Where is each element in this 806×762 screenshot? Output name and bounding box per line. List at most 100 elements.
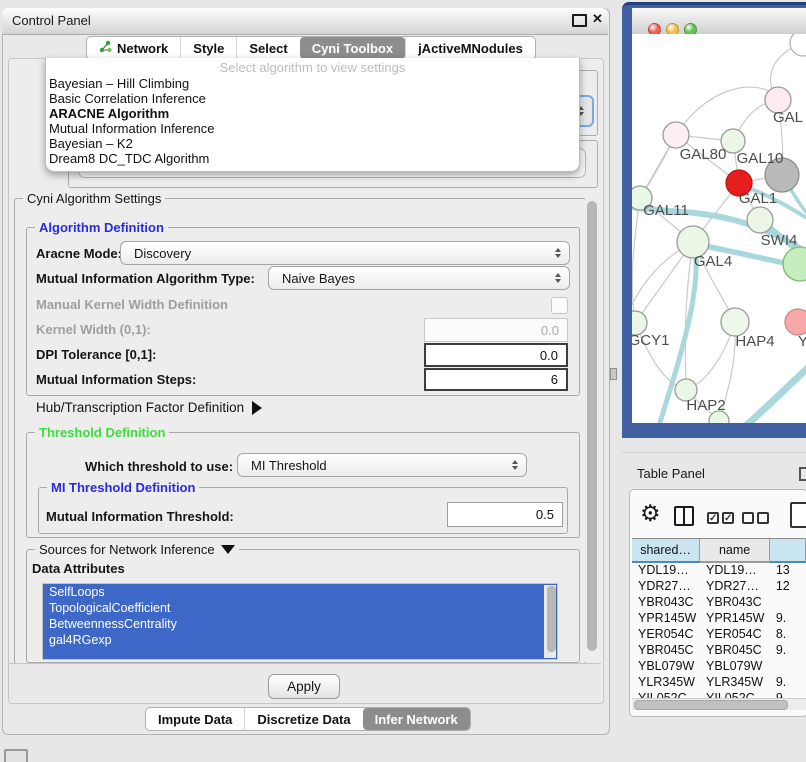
threshold-definition-legend: Threshold Definition: [35, 425, 169, 440]
table-cell[interactable]: YDL19…: [700, 562, 770, 578]
table-row-6[interactable]: YBL079WYBL079W: [632, 658, 806, 674]
table-cell[interactable]: 13: [770, 562, 806, 578]
close-icon[interactable]: ✕: [592, 11, 603, 27]
splitter-handle[interactable]: [610, 368, 617, 380]
table-row-5[interactable]: YBR045CYBR045C9.: [632, 642, 806, 658]
network-node-9[interactable]: [783, 247, 806, 281]
table-cell[interactable]: YIL052C: [700, 690, 770, 698]
hub-definition-section[interactable]: Hub/Transcription Factor Definition: [36, 400, 262, 415]
collapse-arrow-icon[interactable]: [221, 545, 235, 554]
column-header-shared[interactable]: shared…: [632, 539, 700, 563]
aracne-mode-combo[interactable]: Discovery: [120, 241, 570, 265]
tab-network[interactable]: Network: [87, 37, 180, 59]
table-cell[interactable]: YBL079W: [632, 658, 700, 674]
algorithm-option-bayesian-k2[interactable]: Bayesian – K2: [46, 136, 579, 151]
table-cell[interactable]: 9.: [770, 690, 806, 698]
table-cell[interactable]: YBL079W: [700, 658, 770, 674]
expand-arrow-icon[interactable]: [252, 401, 262, 415]
tab-style[interactable]: Style: [180, 37, 236, 59]
table-row-4[interactable]: YER054CYER054C8.: [632, 626, 806, 642]
network-node-11[interactable]: [721, 308, 749, 336]
table-cell[interactable]: YDR27…: [700, 578, 770, 594]
algorithm-option-mutual-information-inference[interactable]: Mutual Information Inference: [46, 121, 579, 136]
network-canvas[interactable]: GALGAL80GAL10GAL1GAL11SWI4GAL4GCY1HAP4YH…: [632, 34, 806, 423]
table-cell[interactable]: YDL19…: [632, 562, 700, 578]
network-node-0[interactable]: [790, 34, 806, 56]
settings-scrollbar-thumb[interactable]: [587, 201, 597, 651]
table-cell[interactable]: YLR345W: [632, 674, 700, 690]
table-cell[interactable]: [770, 594, 806, 610]
table-cell[interactable]: YER054C: [632, 626, 700, 642]
algorithm-option-aracne-algorithm[interactable]: ARACNE Algorithm: [46, 106, 579, 121]
table-cell[interactable]: 9.: [770, 610, 806, 626]
tab-discretize-data[interactable]: Discretize Data: [244, 708, 362, 730]
mi-threshold-field[interactable]: 0.5: [447, 502, 563, 527]
attribute-item-topologicalcoefficient[interactable]: TopologicalCoefficient: [43, 600, 557, 616]
table-hscrollbar-thumb[interactable]: [634, 700, 788, 710]
export-table-icon[interactable]: [790, 502, 806, 528]
mi-steps-value: 6: [551, 372, 558, 387]
select-all-checkbox-icon-2[interactable]: ✓: [722, 512, 734, 524]
tab-jactivemnodules[interactable]: jActiveMNodules: [405, 37, 535, 59]
table-cell[interactable]: YIL052C: [632, 690, 700, 698]
table-cell[interactable]: 9.: [770, 642, 806, 658]
mi-type-combo[interactable]: Naive Bayes: [268, 266, 570, 290]
algorithm-option-dream8-dc-tdc-algorithm[interactable]: Dream8 DC_TDC Algorithm: [46, 151, 579, 166]
table-row-7[interactable]: YLR345WYLR345W9.: [632, 674, 806, 690]
table-cell[interactable]: YER054C: [700, 626, 770, 642]
attribute-item-gal4rgexp[interactable]: gal4RGexp: [43, 632, 557, 648]
sources-legend: Sources for Network Inference: [35, 542, 239, 557]
table-panel-float-icon[interactable]: [799, 467, 806, 481]
mi-steps-field[interactable]: 6: [424, 368, 568, 391]
algorithm-option-basic-correlation-inference[interactable]: Basic Correlation Inference: [46, 91, 579, 106]
tab-infer-network-label: Infer Network: [375, 712, 458, 727]
table-cell[interactable]: YPR145W: [700, 610, 770, 626]
tab-select[interactable]: Select: [236, 37, 299, 59]
column-header-name[interactable]: name: [700, 539, 770, 563]
table-row-2[interactable]: YBR043CYBR043C: [632, 594, 806, 610]
table-cell[interactable]: YBR045C: [700, 642, 770, 658]
table-cell[interactable]: 9.: [770, 674, 806, 690]
minimized-panel-icon[interactable]: [4, 749, 28, 762]
tab-impute-data[interactable]: Impute Data: [146, 708, 244, 730]
table-cell[interactable]: [770, 658, 806, 674]
tab-infer-network[interactable]: Infer Network: [363, 708, 470, 730]
gear-icon[interactable]: ⚙: [640, 501, 661, 525]
mi-threshold-value: 0.5: [536, 507, 554, 522]
network-node-7[interactable]: [747, 207, 773, 233]
table-cell[interactable]: 8.: [770, 626, 806, 642]
table-cell[interactable]: 12: [770, 578, 806, 594]
settings-group-legend: Cyni Algorithm Settings: [23, 191, 165, 206]
select-all-checkbox-icon[interactable]: ✓: [707, 512, 719, 524]
network-node-2[interactable]: [663, 122, 689, 148]
show-columns-icon[interactable]: [674, 506, 694, 526]
float-window-icon[interactable]: [572, 14, 587, 27]
table-row-0[interactable]: YDL19…YDL19…13: [632, 562, 806, 578]
column-header-attribute[interactable]: [770, 539, 806, 563]
dpi-tolerance-field[interactable]: 0.0: [424, 343, 568, 367]
network-node-12[interactable]: [785, 309, 806, 335]
tab-style-label: Style: [193, 41, 224, 56]
deselect-all-checkbox-icon-2[interactable]: [757, 512, 769, 524]
apply-button[interactable]: Apply: [268, 674, 340, 699]
table-cell[interactable]: YBR045C: [632, 642, 700, 658]
which-threshold-combo[interactable]: MI Threshold: [237, 453, 527, 477]
table-row-1[interactable]: YDR27…YDR27…12: [632, 578, 806, 594]
table-cell[interactable]: YLR345W: [700, 674, 770, 690]
table-cell[interactable]: YBR043C: [632, 594, 700, 610]
table-cell[interactable]: YPR145W: [632, 610, 700, 626]
table-cell[interactable]: YDR27…: [632, 578, 700, 594]
table-cell[interactable]: YBR043C: [700, 594, 770, 610]
tab-cyni-toolbox[interactable]: Cyni Toolbox: [300, 37, 405, 59]
tab-jactivemnodules-label: jActiveMNodules: [418, 41, 523, 56]
mi-threshold-legend: MI Threshold Definition: [47, 480, 199, 495]
attributes-scrollbar-thumb[interactable]: [547, 586, 556, 652]
table-panel-title: Table Panel: [637, 466, 705, 481]
attribute-item-selfloops[interactable]: SelfLoops: [43, 584, 557, 600]
manual-kernel-checkbox: [551, 297, 568, 314]
table-row-3[interactable]: YPR145WYPR145W9.: [632, 610, 806, 626]
table-row-8[interactable]: YIL052CYIL052C9.: [632, 690, 806, 698]
deselect-all-checkbox-icon[interactable]: [742, 512, 754, 524]
attribute-item-betweennesscentrality[interactable]: BetweennessCentrality: [43, 616, 557, 632]
algorithm-option-bayesian-hill-climbing[interactable]: Bayesian – Hill Climbing: [46, 76, 579, 91]
